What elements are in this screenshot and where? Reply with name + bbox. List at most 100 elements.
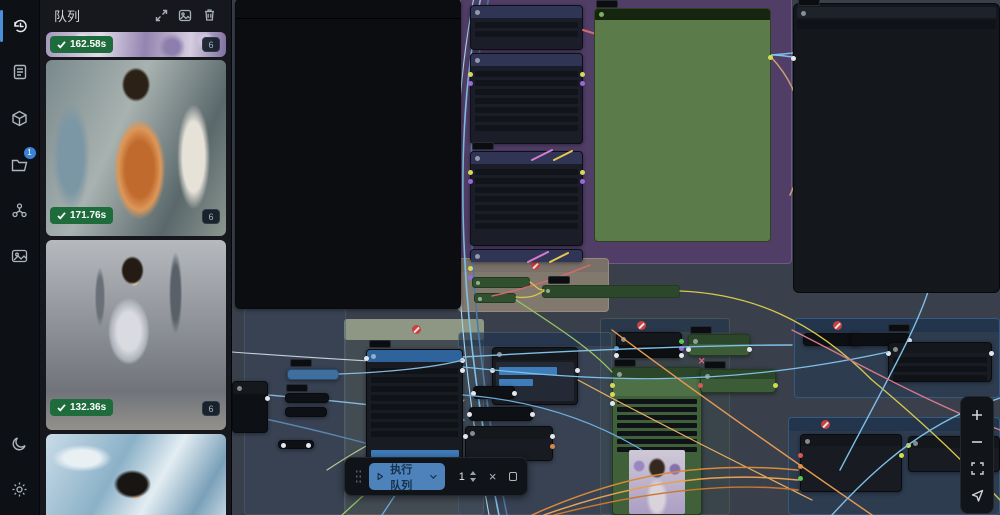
port-dot[interactable]: [698, 383, 703, 388]
port-dot[interactable]: [610, 383, 615, 388]
port-dot[interactable]: [906, 443, 911, 448]
port-dot[interactable]: [773, 383, 778, 388]
stepper-down-icon[interactable]: [470, 478, 476, 482]
port-dot[interactable]: [281, 443, 286, 448]
graph-node-collapsed[interactable]: [285, 393, 329, 403]
preview-image-node[interactable]: [235, 0, 461, 309]
node-title-bar[interactable]: [701, 370, 775, 379]
port-dot[interactable]: [463, 434, 468, 439]
port-dot[interactable]: [468, 179, 473, 184]
sidebar-item-settings[interactable]: [0, 469, 40, 509]
port-dot[interactable]: [610, 392, 615, 397]
port-dot[interactable]: [460, 358, 465, 363]
port-dot[interactable]: [798, 464, 803, 469]
graph-node[interactable]: [465, 426, 553, 461]
port-dot[interactable]: [614, 353, 619, 358]
node-title-bar[interactable]: [689, 335, 749, 344]
node-title-bar[interactable]: [367, 350, 462, 362]
port-dot[interactable]: [614, 346, 619, 351]
node-title-bar[interactable]: [801, 435, 901, 446]
port-dot[interactable]: [575, 368, 580, 373]
node-title-bar[interactable]: [595, 9, 770, 20]
port-dot[interactable]: [265, 396, 270, 401]
group-title-bar[interactable]: [459, 333, 611, 346]
port-dot[interactable]: [471, 391, 476, 396]
sidebar-item-node-map[interactable]: [0, 190, 40, 230]
queue-item[interactable]: 162.58s 6: [46, 32, 226, 57]
graph-node[interactable]: [470, 53, 583, 144]
note-node-green[interactable]: [594, 8, 771, 242]
port-dot[interactable]: [467, 412, 472, 417]
node-title-bar[interactable]: [617, 333, 681, 345]
sidebar-item-workflows[interactable]: 1: [0, 144, 40, 184]
port-dot[interactable]: [468, 81, 473, 86]
node-title-bar[interactable]: [797, 7, 996, 18]
queue-item[interactable]: [46, 434, 226, 515]
expand-icon[interactable]: [149, 4, 173, 26]
port-dot[interactable]: [768, 55, 773, 60]
stop-icon[interactable]: [509, 472, 517, 481]
batch-count-value[interactable]: 1: [459, 471, 465, 483]
port-dot[interactable]: [550, 444, 555, 449]
fit-view-button[interactable]: [962, 455, 992, 482]
graph-node-collapsed[interactable]: [278, 440, 314, 449]
port-dot[interactable]: [530, 412, 535, 417]
port-dot[interactable]: [679, 353, 684, 358]
node-title-bar[interactable]: [466, 427, 552, 439]
port-dot[interactable]: [679, 339, 684, 344]
port-dot[interactable]: [580, 81, 585, 86]
port-dot[interactable]: [468, 266, 473, 271]
port-dot[interactable]: [468, 72, 473, 77]
node-title-bar[interactable]: [471, 250, 582, 262]
port-dot[interactable]: [989, 351, 994, 356]
node-canvas[interactable]: ✕ ✕: [232, 0, 1000, 515]
port-dot[interactable]: [460, 368, 465, 373]
port-dot[interactable]: [580, 179, 585, 184]
sidebar-item-queue-history[interactable]: [0, 6, 40, 46]
preview-image-node[interactable]: [793, 3, 1000, 293]
sidebar-item-gallery[interactable]: [0, 236, 40, 276]
graph-node-collapsed[interactable]: [287, 369, 339, 380]
port-dot[interactable]: [798, 476, 803, 481]
graph-node-collapsed[interactable]: [470, 249, 583, 262]
node-title-bar[interactable]: [493, 348, 577, 360]
text-widget[interactable]: [499, 379, 533, 386]
node-title-bar[interactable]: [471, 6, 582, 18]
stepper-up-icon[interactable]: [470, 471, 476, 475]
port-dot[interactable]: [306, 443, 311, 448]
node-title-bar[interactable]: [233, 382, 267, 394]
queue-item[interactable]: 171.76s 6: [46, 60, 226, 236]
port-dot[interactable]: [886, 351, 891, 356]
queue-item[interactable]: 132.36s 6: [46, 240, 226, 430]
run-queue-button[interactable]: 执行队列: [369, 463, 445, 490]
port-dot[interactable]: [686, 347, 691, 352]
graph-node[interactable]: [232, 381, 268, 433]
port-dot[interactable]: [512, 391, 517, 396]
port-dot[interactable]: [490, 368, 495, 373]
batch-count-stepper[interactable]: [470, 471, 476, 482]
zoom-out-button[interactable]: [962, 428, 992, 455]
port-dot[interactable]: [580, 72, 585, 77]
node-title-bar[interactable]: [889, 343, 991, 353]
port-dot[interactable]: [679, 346, 684, 351]
graph-node-collapsed[interactable]: [472, 277, 530, 288]
text-widget[interactable]: [499, 367, 557, 375]
graph-node[interactable]: [800, 434, 902, 492]
node-title-bar[interactable]: [613, 368, 701, 379]
sidebar-item-theme[interactable]: [0, 423, 40, 463]
graph-node-collapsed[interactable]: [474, 293, 516, 303]
graph-node[interactable]: [616, 332, 682, 358]
graph-node[interactable]: [700, 369, 776, 393]
port-dot[interactable]: [580, 170, 585, 175]
port-dot[interactable]: [798, 453, 803, 458]
node-title-bar[interactable]: [236, 0, 460, 19]
port-dot[interactable]: [747, 347, 752, 352]
graph-node[interactable]: [470, 151, 583, 246]
preview-node-green[interactable]: [612, 367, 702, 515]
zoom-in-button[interactable]: [962, 401, 992, 428]
graph-node[interactable]: [470, 5, 583, 50]
graph-node-collapsed[interactable]: [285, 407, 327, 417]
port-dot[interactable]: [364, 356, 369, 361]
port-dot[interactable]: [468, 170, 473, 175]
graph-node-collapsed[interactable]: [473, 386, 515, 399]
